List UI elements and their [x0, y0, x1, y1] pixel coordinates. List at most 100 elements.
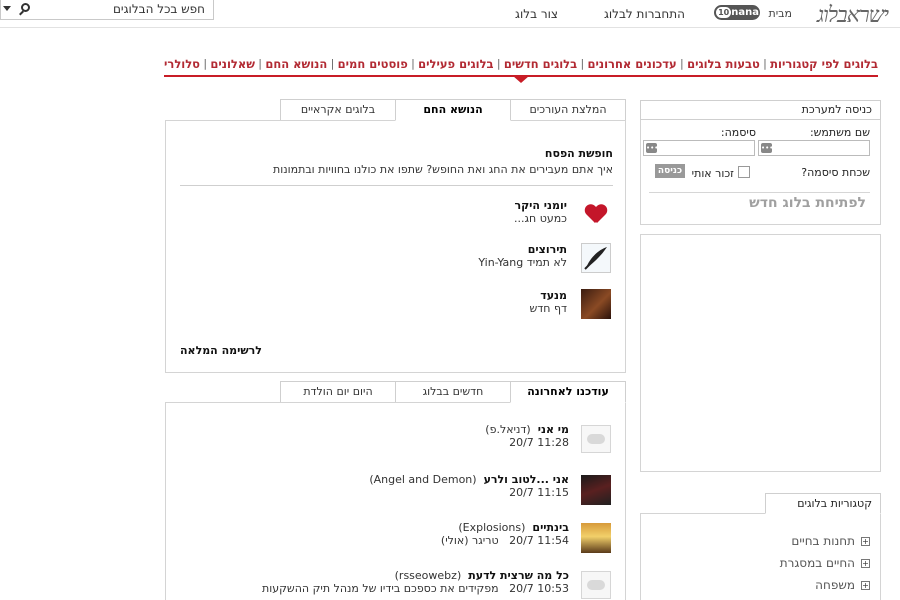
- nav-separator: |: [203, 57, 208, 70]
- blog-name[interactable]: מנעד: [540, 289, 567, 302]
- author[interactable]: (דניאל.פ): [485, 423, 530, 436]
- search-icon[interactable]: [21, 3, 30, 12]
- list-item[interactable]: בינתיים (Explosions) 11:54 20/7 טריגר (א…: [351, 521, 611, 555]
- nav-item-categories[interactable]: בלוגים לפי קטגוריות: [770, 57, 878, 77]
- open-new-blog-link[interactable]: לפתיחת בלוג חדש: [749, 195, 866, 211]
- tab-birthdays[interactable]: היום יום הולדת: [280, 381, 396, 403]
- site-logo[interactable]: ישראבלוג: [817, 2, 889, 28]
- list-item[interactable]: אני ...לטוב ולרע (Angel and Demon) 11:15…: [351, 473, 611, 507]
- password-manager-icon[interactable]: •••: [761, 143, 773, 153]
- entry-header: מי אני (דניאל.פ): [485, 423, 569, 436]
- nav-separator: |: [763, 57, 767, 70]
- nav-item-hot-posts[interactable]: פוסטים חמים: [338, 57, 408, 77]
- sunset-thumbnail: [581, 523, 611, 553]
- tab-hot-topic[interactable]: הנושא החם: [395, 99, 511, 121]
- entry-meta: 10:53 20/7 מפקידים את כספכם בידיו של מנה…: [262, 582, 569, 595]
- category-item[interactable]: + משפחה: [815, 578, 870, 592]
- full-list-link[interactable]: לרשימה המלאה: [180, 344, 262, 357]
- divider: [649, 192, 870, 193]
- main-nav: בלוגים לפי קטגוריות | טבעות בלוגים | עדכ…: [164, 57, 878, 77]
- nav-active-pointer: [513, 76, 529, 83]
- blog-name[interactable]: תירוצים: [528, 243, 567, 256]
- post-title[interactable]: דף חדש: [529, 302, 567, 315]
- nav-separator: |: [680, 57, 684, 70]
- password-manager-icon[interactable]: •••: [646, 143, 658, 153]
- speech-bubble-icon: [581, 425, 611, 453]
- nav-item-active-blogs[interactable]: בלוגים פעילים: [418, 57, 493, 77]
- login-to-blog-link[interactable]: התחברות לבלוג: [604, 7, 685, 21]
- quill-icon: [581, 243, 611, 273]
- blog-name[interactable]: יומני היקר: [514, 199, 567, 212]
- nav-item-new-blogs[interactable]: בלוגים חדשים: [504, 57, 577, 77]
- nav-item-questionnaires[interactable]: שאלונים: [210, 57, 255, 77]
- author[interactable]: (rsseowebz): [395, 569, 462, 582]
- expand-icon[interactable]: +: [861, 581, 870, 590]
- nav-separator: |: [496, 57, 501, 70]
- login-button[interactable]: כניסה: [655, 164, 685, 178]
- categories-header: קטגוריות בלוגים: [765, 493, 881, 514]
- speech-bubble-icon: [581, 571, 611, 599]
- category-item[interactable]: + החיים במסגרת: [780, 556, 870, 570]
- nav-item-blog-rings[interactable]: טבעות בלוגים: [687, 57, 760, 77]
- author[interactable]: (Explosions): [458, 521, 525, 534]
- remember-me-checkbox[interactable]: [738, 166, 750, 178]
- author[interactable]: (Angel and Demon): [369, 473, 476, 486]
- dark-thumbnail: [581, 475, 611, 505]
- category-label[interactable]: החיים במסגרת: [780, 556, 855, 570]
- nana-logo-text: nana: [731, 7, 759, 18]
- tab-new-blogs[interactable]: חדשים בבלוג: [395, 381, 511, 403]
- search-box[interactable]: חפש בכל הבלוגים: [0, 0, 214, 20]
- post-excerpt[interactable]: מפקידים את כספכם בידיו של מנהל תיק ההשקע…: [262, 582, 499, 595]
- nav-separator: |: [258, 57, 262, 70]
- hot-topic-panel: חופשת הפסח איך אתם מעבירים את החג ואת הח…: [165, 120, 626, 373]
- username-field[interactable]: •••: [758, 140, 870, 156]
- list-item[interactable]: תירוצים לא תמיד Yin-Yang: [411, 243, 611, 277]
- tab-editors-pick[interactable]: המלצת העורכים: [510, 99, 626, 121]
- post-title[interactable]: כל מה שרצית לדעת: [468, 569, 569, 582]
- nana-logo[interactable]: 10 nana: [714, 5, 760, 20]
- heart-icon: [581, 199, 611, 229]
- expand-icon[interactable]: +: [861, 559, 870, 568]
- nana-logo-suffix: 10: [716, 7, 732, 18]
- category-label[interactable]: תחנות בחיים: [791, 534, 855, 548]
- post-title[interactable]: בינתיים: [532, 521, 569, 534]
- nav-item-recent-updates[interactable]: עדכונים אחרונים: [587, 57, 676, 77]
- recent-updates-panel: מי אני (דניאל.פ) 11:28 20/7 אני ...לטוב …: [165, 402, 626, 600]
- list-item[interactable]: מי אני (דניאל.פ) 11:28 20/7: [351, 423, 611, 457]
- tab-random-blogs[interactable]: בלוגים אקראיים: [280, 99, 396, 121]
- hot-topic-description: איך אתם מעבירים את החג ואת החופש? שתפו א…: [272, 163, 613, 176]
- chevron-down-icon[interactable]: [3, 6, 11, 11]
- ad-placeholder: [640, 234, 881, 472]
- list-item[interactable]: כל מה שרצית לדעת (rsseowebz) 10:53 20/7 …: [262, 569, 611, 600]
- password-field[interactable]: •••: [643, 140, 755, 156]
- post-title[interactable]: אני ...לטוב ולרע: [484, 473, 569, 486]
- entry-header: אני ...לטוב ולרע (Angel and Demon): [369, 473, 569, 486]
- timestamp: 10:53 20/7: [509, 582, 569, 595]
- login-header: כניסה למערכת: [640, 100, 881, 120]
- post-excerpt[interactable]: טריגר (אולי): [441, 534, 499, 547]
- search-label: חפש בכל הבלוגים: [112, 2, 205, 16]
- nav-item-hot-topic[interactable]: הנושא החם: [265, 57, 327, 77]
- hot-topic-title[interactable]: חופשת הפסח: [545, 147, 613, 160]
- forgot-password-link[interactable]: שכחת סיסמה?: [801, 166, 870, 179]
- nav-item-mobile[interactable]: סלולרי: [164, 57, 200, 77]
- entry-header: כל מה שרצית לדעת (rsseowebz): [395, 569, 569, 582]
- expand-icon[interactable]: +: [861, 537, 870, 546]
- login-panel: שם משתמש: סיסמה: ••• ••• שכחת סיסמה? זכו…: [640, 120, 881, 225]
- list-item[interactable]: יומני היקר כמעט חג...: [411, 199, 611, 233]
- password-label: סיסמה:: [720, 126, 756, 139]
- post-title[interactable]: מי אני: [538, 423, 569, 436]
- category-label[interactable]: משפחה: [815, 578, 855, 592]
- post-title[interactable]: כמעט חג...: [514, 212, 567, 225]
- category-item[interactable]: + תחנות בחיים: [791, 534, 870, 548]
- list-item[interactable]: מנעד דף חדש: [411, 289, 611, 323]
- by-label: מבית: [768, 7, 792, 20]
- tab-recently-updated[interactable]: עודכנו לאחרונה: [510, 381, 626, 403]
- timestamp: 11:28 20/7: [509, 436, 569, 449]
- post-title[interactable]: לא תמיד Yin-Yang: [478, 256, 567, 269]
- remember-me-label: זכור אותי: [691, 167, 734, 180]
- create-blog-link[interactable]: צור בלוג: [515, 7, 558, 21]
- nav-separator: |: [330, 57, 335, 70]
- entry-header: בינתיים (Explosions): [458, 521, 569, 534]
- nav-separator: |: [580, 57, 585, 70]
